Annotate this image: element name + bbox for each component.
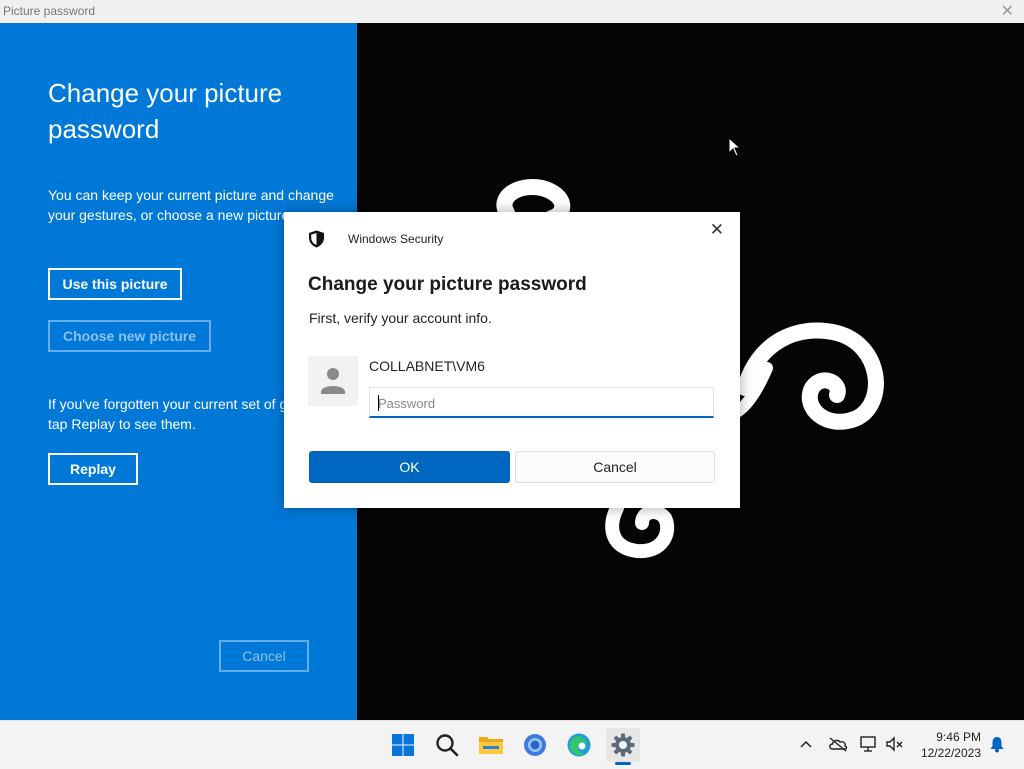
avatar — [308, 356, 358, 406]
windows-security-dialog: Windows Security ✕ Change your picture p… — [284, 212, 740, 508]
taskbar: 9:46 PM 12/22/2023 — [0, 720, 1024, 769]
dialog-app-name: Windows Security — [348, 232, 444, 246]
windows-start-icon[interactable] — [386, 728, 420, 762]
shield-icon — [309, 230, 324, 248]
edge-icon[interactable] — [562, 728, 596, 762]
chevron-up-icon[interactable] — [795, 733, 817, 755]
notification-bell-icon[interactable] — [986, 733, 1008, 755]
dialog-title: Change your picture password — [308, 274, 587, 295]
account-name: COLLABNET\VM6 — [369, 358, 485, 374]
clock-time: 9:46 PM — [936, 730, 981, 744]
window-title: Picture password — [3, 4, 96, 18]
ok-button[interactable]: OK — [309, 451, 510, 483]
user-icon — [321, 368, 345, 394]
search-icon[interactable] — [430, 728, 464, 762]
chrome-icon[interactable] — [518, 728, 552, 762]
dialog-cancel-button[interactable]: Cancel — [515, 451, 715, 483]
text-caret — [378, 395, 379, 411]
dialog-close-button[interactable]: ✕ — [710, 220, 724, 240]
dialog-subtitle: First, verify your account info. — [309, 310, 492, 326]
choose-new-picture-button[interactable]: Choose new picture — [48, 320, 211, 352]
panel-cancel-button[interactable]: Cancel — [219, 640, 309, 672]
window-title-bar: Picture password ✕ — [0, 0, 1024, 24]
mouse-cursor-icon — [728, 137, 742, 157]
system-clock[interactable]: 9:46 PM 12/22/2023 — [921, 729, 981, 761]
use-this-picture-button[interactable]: Use this picture — [48, 268, 182, 300]
clock-date: 12/22/2023 — [920, 746, 981, 760]
replay-button[interactable]: Replay — [48, 453, 138, 485]
volume-muted-icon[interactable] — [884, 733, 906, 755]
settings-icon[interactable] — [606, 728, 640, 762]
password-field[interactable] — [369, 387, 714, 418]
file-explorer-icon[interactable] — [474, 728, 508, 762]
page-title: Change your picture password — [48, 78, 283, 144]
onedrive-offline-icon[interactable] — [827, 733, 849, 755]
active-app-indicator — [615, 762, 631, 765]
network-icon[interactable] — [858, 733, 880, 755]
window-close-button[interactable]: ✕ — [1001, 1, 1014, 21]
